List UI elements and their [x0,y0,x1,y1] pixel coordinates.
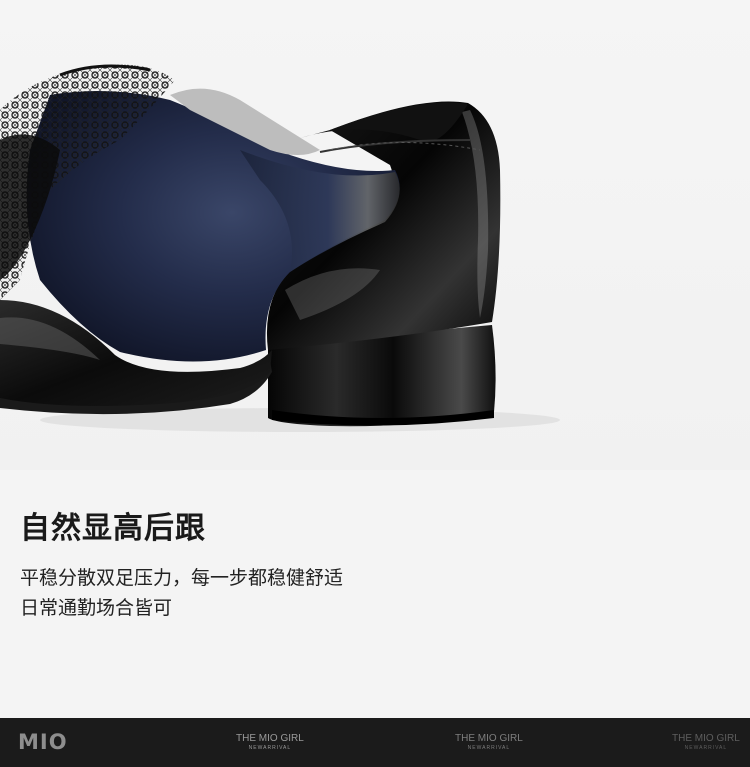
description-line-2: 日常通勤场合皆可 [20,597,173,619]
feature-description: 平稳分散双足压力，每一步都稳健舒适 日常通勤场合皆可 [20,563,343,623]
tagline-title: THE MIO GIRL [236,733,304,744]
tagline-subtitle: NEWARRIVAL [248,745,292,751]
mio-logo: MIO [18,730,68,754]
brand-tagline-1: THE MIO GIRL NEWARRIVAL [236,734,304,751]
product-detail-page: 自然显高后跟 平稳分散双足压力，每一步都稳健舒适 日常通勤场合皆可 MIO TH… [0,0,750,767]
brand-tagline-3: THE MIO GIRL NEWARRIVAL [672,734,740,751]
tagline-title: THE MIO GIRL [455,733,523,744]
tagline-subtitle: NEWARRIVAL [467,745,511,751]
brand-tagline-2: THE MIO GIRL NEWARRIVAL [455,734,523,751]
tagline-title: THE MIO GIRL [672,733,740,744]
brand-footer-bar: MIO THE MIO GIRL NEWARRIVAL THE MIO GIRL… [0,718,750,767]
tagline-subtitle: NEWARRIVAL [684,745,728,751]
description-line-1: 平稳分散双足压力，每一步都稳健舒适 [20,567,344,589]
shoe-product-photo [0,0,750,470]
feature-headline: 自然显高后跟 [20,511,206,546]
